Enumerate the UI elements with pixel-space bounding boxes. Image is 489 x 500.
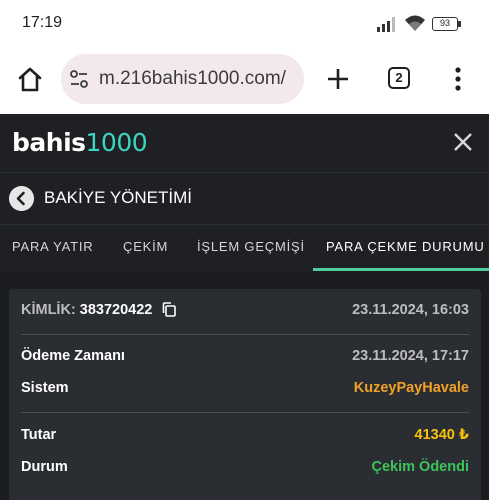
status-time: 17:19 [22,14,63,31]
copy-icon[interactable] [162,302,177,317]
main-content: KİMLİK: 383720422 23.11.2024, 16:03 Ödeme… [0,271,489,500]
battery-icon: 93 [432,17,462,31]
amount-value: 41340 ₺ [414,427,469,443]
payment-time-value: 23.11.2024, 17:17 [352,348,469,364]
status-row: Durum Çekim Ödendi [21,459,469,481]
id-row: KİMLİK: 383720422 23.11.2024, 16:03 [21,302,469,324]
site-header: bahis1000 [0,114,489,172]
withdrawal-card: KİMLİK: 383720422 23.11.2024, 16:03 Ödeme… [9,289,481,500]
plus-icon[interactable] [324,65,352,93]
more-vert-icon[interactable] [450,65,466,93]
tab-transaction-history[interactable]: İŞLEM GEÇMİŞİ [197,239,305,254]
status-value: Çekim Ödendi [371,459,470,475]
payment-time-label: Ödeme Zamanı [21,348,125,364]
status-bar: 17:19 93 [0,0,489,48]
address-bar[interactable]: m.216bahis1000.com/ [61,54,304,104]
divider [21,412,469,413]
page-title: BAKİYE YÖNETİMİ [44,188,193,207]
tab-bar: PARA YATIR ÇEKİM İŞLEM GEÇMİŞİ PARA ÇEKM… [0,224,489,271]
site-settings-icon[interactable] [69,69,89,89]
amount-label: Tutar [21,427,57,443]
browser-toolbar: m.216bahis1000.com/ 2 [0,48,489,114]
back-button[interactable] [9,186,34,211]
system-value: KuzeyPayHavale [353,380,469,396]
signal-icon [377,17,395,32]
tab-switcher-button[interactable]: 2 [388,67,410,89]
close-icon[interactable] [452,131,474,153]
created-at: 23.11.2024, 16:03 [352,302,469,318]
tab-withdrawal-status[interactable]: PARA ÇEKME DURUMU [326,239,485,254]
tab-deposit[interactable]: PARA YATIR [12,239,93,254]
system-label: Sistem [21,380,69,396]
url-text[interactable]: m.216bahis1000.com/ [99,68,286,90]
tab-withdraw[interactable]: ÇEKİM [123,239,168,254]
home-icon[interactable] [14,64,46,96]
payment-time-row: Ödeme Zamanı 23.11.2024, 17:17 [21,348,469,370]
divider [21,334,469,335]
status-label: Durum [21,459,68,475]
system-row: Sistem KuzeyPayHavale [21,380,469,402]
wifi-icon [405,15,425,31]
site-logo[interactable]: bahis1000 [12,128,148,157]
page-header: BAKİYE YÖNETİMİ [0,172,489,224]
battery-level: 93 [432,17,458,31]
amount-row: Tutar 41340 ₺ [21,427,469,449]
transaction-id: KİMLİK: 383720422 [21,302,177,318]
